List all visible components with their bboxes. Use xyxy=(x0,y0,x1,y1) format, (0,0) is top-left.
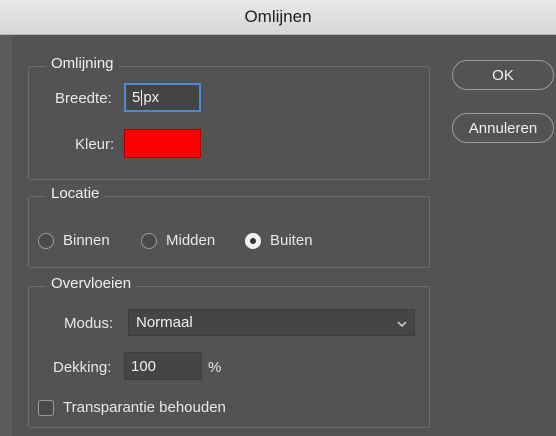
preserve-transparency-checkbox[interactable] xyxy=(38,400,54,416)
preserve-transparency-label[interactable]: Transparantie behouden xyxy=(63,399,226,416)
width-unit: px xyxy=(143,89,160,106)
window-title: Omlijnen xyxy=(244,7,312,26)
cancel-button[interactable]: Annuleren xyxy=(452,113,554,143)
opacity-unit: % xyxy=(208,359,222,376)
mode-value: Normaal xyxy=(136,314,193,331)
width-label: Breedte: xyxy=(55,90,112,107)
opacity-field[interactable]: 100 xyxy=(124,352,202,380)
width-value: 5 xyxy=(132,89,141,106)
color-swatch[interactable] xyxy=(124,129,201,158)
mode-label: Modus: xyxy=(64,315,114,332)
location-legend: Locatie xyxy=(46,185,105,202)
stroke-group xyxy=(28,66,430,180)
color-label: Kleur: xyxy=(75,136,115,153)
radio-binnen[interactable] xyxy=(38,233,54,249)
title-bar: Omlijnen xyxy=(0,0,556,35)
radio-buiten-label[interactable]: Buiten xyxy=(270,232,313,249)
text-caret xyxy=(141,89,143,106)
blending-legend: Overvloeien xyxy=(46,275,137,292)
ok-button[interactable]: OK xyxy=(452,60,554,90)
radio-binnen-label[interactable]: Binnen xyxy=(63,232,110,249)
mode-select[interactable]: Normaal xyxy=(128,309,415,336)
stroke-legend: Omlijning xyxy=(46,55,119,72)
left-edge xyxy=(0,35,12,436)
radio-midden[interactable] xyxy=(141,233,157,249)
radio-buiten[interactable] xyxy=(245,233,261,249)
opacity-label: Dekking: xyxy=(53,359,112,376)
opacity-value: 100 xyxy=(131,357,157,375)
radio-midden-label[interactable]: Midden xyxy=(166,232,215,249)
chevron-down-icon xyxy=(397,321,407,327)
width-field[interactable]: 5 px xyxy=(124,83,201,112)
